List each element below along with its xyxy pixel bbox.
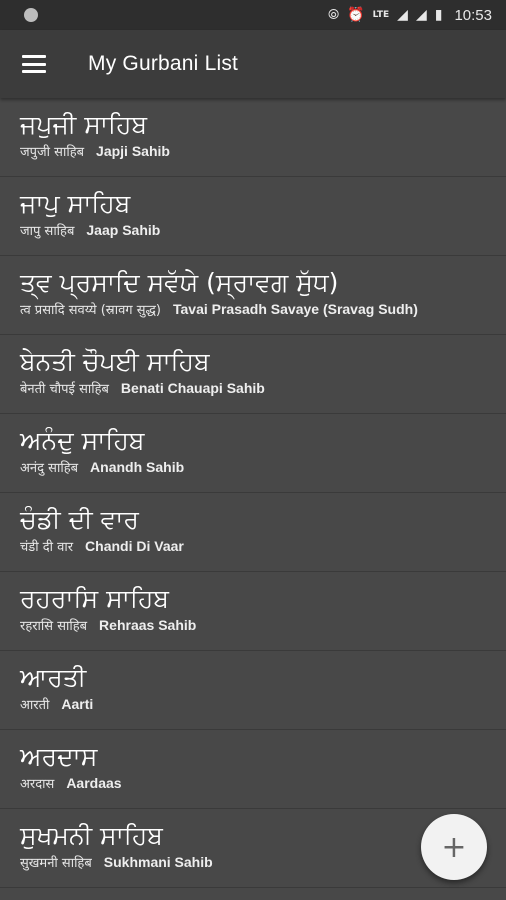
gurmukhi-title: ਆਰਤੀ xyxy=(20,663,87,692)
alarm-icon: ⏰ xyxy=(347,7,365,23)
english-title: Anandh Sahib xyxy=(90,459,185,475)
status-bar: ⦾ ⏰ LTE ◢ ◢ ▮ 10:53 xyxy=(0,0,506,30)
hindi-title: सुखमनी साहिब xyxy=(20,856,92,871)
signal-secondary-icon: ◢ xyxy=(415,7,427,23)
english-title: Jaap Sahib xyxy=(86,222,161,238)
gurmukhi-title: ਤ੍ਵ ਪ੍ਰਸਾਦਿ ਸਵੱਯੇ (ਸ੍ਰਾਵਗ ਸੁੱਧ) xyxy=(20,268,339,297)
english-title: Tavai Prasadh Savaye (Sravag Sudh) xyxy=(173,301,418,317)
english-title: Sukhmani Sahib xyxy=(103,854,213,870)
hindi-title: अरदास xyxy=(20,777,55,792)
english-title: Benati Chauapi Sahib xyxy=(120,380,265,396)
hotspot-icon: ⦾ xyxy=(327,7,340,23)
volte-icon: LTE xyxy=(372,9,390,20)
list-item-tavai-prasadh-savaye[interactable]: ਤ੍ਵ ਪ੍ਰਸਾਦਿ ਸਵੱਯੇ (ਸ੍ਰਾਵਗ ਸੁੱਧ) त्व प्रस… xyxy=(0,256,506,335)
hindi-title: जापु साहिब xyxy=(20,224,75,239)
hamburger-menu-icon[interactable] xyxy=(22,55,46,73)
hindi-title: आरती xyxy=(20,698,50,713)
list-item-aardaas[interactable]: ਅਰਦਾਸ अरदास Aardaas xyxy=(0,730,506,809)
list-item-aarti[interactable]: ਆਰਤੀ आरती Aarti xyxy=(0,651,506,730)
list-item-benati-chauapi-sahib[interactable]: ਬੇਨਤੀ ਚੌਪਈ ਸਾਹਿਬ बेनती चौपई साहिब Benati… xyxy=(0,335,506,414)
hindi-title: बेनती चौपई साहिब xyxy=(20,382,109,397)
hindi-title: जपुजी साहिब xyxy=(20,145,85,160)
list-item-chandi-di-vaar[interactable]: ਚੰਡੀ ਦੀ ਵਾਰ चंडी दी वार Chandi Di Vaar xyxy=(0,493,506,572)
list-item-japji-sahib[interactable]: ਜਪੁਜੀ ਸਾਹਿਬ जपुजी साहिब Japji Sahib xyxy=(0,98,506,177)
english-title: Rehraas Sahib xyxy=(99,617,197,633)
gurmukhi-title: ਬੇਨਤੀ ਚੌਪਈ ਸਾਹਿਬ xyxy=(20,347,210,376)
english-title: Japji Sahib xyxy=(96,143,170,159)
hindi-title: अनंदु साहिब xyxy=(20,461,79,476)
plus-icon: + xyxy=(441,829,467,865)
hindi-title: त्व प्रसादि सवय्ये (स्रावग सुद्ध) xyxy=(20,303,161,318)
signal-icon: ◢ xyxy=(397,7,408,23)
list-item-jaap-sahib[interactable]: ਜਾਪੁ ਸਾਹਿਬ जापु साहिब Jaap Sahib xyxy=(0,177,506,256)
gurmukhi-title: ਜਪੁਜੀ ਸਾਹਿਬ xyxy=(20,110,148,139)
gurmukhi-title: ਚੰਡੀ ਦੀ ਵਾਰ xyxy=(20,505,139,534)
status-time: 10:53 xyxy=(454,6,492,24)
gurmukhi-title: ਅਨੰਦੁ ਸਾਹਿਬ xyxy=(20,426,145,455)
gurmukhi-title: ਰਹਰਾਸਿ ਸਾਹਿਬ xyxy=(20,584,169,613)
app-title: My Gurbani List xyxy=(88,52,239,75)
gurmukhi-title: ਜਾਪੁ ਸਾਹਿਬ xyxy=(20,189,131,218)
status-icons: ⦾ ⏰ LTE ◢ ◢ ▮ 10:53 xyxy=(328,7,492,24)
english-title: Chandi Di Vaar xyxy=(85,538,184,554)
english-title: Aarti xyxy=(61,696,94,712)
gurmukhi-title: ਅਰਦਾਸ xyxy=(20,742,98,771)
hindi-title: चंडी दी वार xyxy=(20,540,74,555)
list-item-rehraas-sahib[interactable]: ਰਹਰਾਸਿ ਸਾਹਿਬ रहरासि साहिब Rehraas Sahib xyxy=(0,572,506,651)
battery-icon: ▮ xyxy=(434,7,443,23)
notification-dot-icon xyxy=(24,8,38,22)
list-item-anandh-sahib[interactable]: ਅਨੰਦੁ ਸਾਹਿਬ अनंदु साहिब Anandh Sahib xyxy=(0,414,506,493)
app-bar: My Gurbani List xyxy=(0,30,506,98)
gurbani-list: ਜਪੁਜੀ ਸਾਹਿਬ जपुजी साहिब Japji Sahib ਜਾਪੁ… xyxy=(0,98,506,888)
hindi-title: रहरासि साहिब xyxy=(20,619,88,634)
add-button[interactable]: + xyxy=(421,814,487,880)
english-title: Aardaas xyxy=(66,775,122,791)
